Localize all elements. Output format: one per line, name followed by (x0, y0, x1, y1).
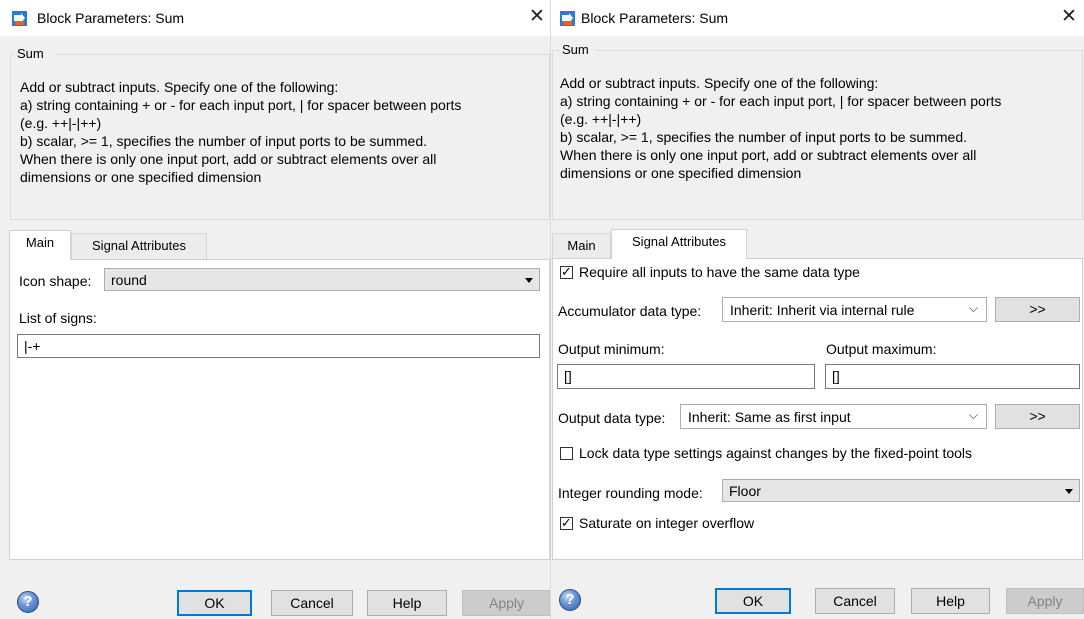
output-maximum-label: Output maximum: (826, 341, 937, 357)
integer-rounding-value: Floor (729, 483, 761, 499)
help-icon[interactable]: ? (559, 589, 581, 611)
output-maximum-input[interactable]: [] (825, 364, 1080, 389)
accumulator-type-dropdown[interactable]: Inherit: Inherit via internal rule ⌵ (722, 297, 987, 322)
apply-button[interactable]: Apply (462, 590, 550, 616)
tab-signal-attributes[interactable]: Signal Attributes (71, 233, 207, 260)
ok-button[interactable]: OK (715, 588, 791, 614)
output-data-type-dropdown[interactable]: Inherit: Same as first input ⌵ (680, 404, 987, 429)
signal-attributes-panel: ✓ Require all inputs to have the same da… (552, 258, 1083, 560)
accumulator-type-value: Inherit: Inherit via internal rule (730, 302, 915, 318)
help-button[interactable]: Help (367, 590, 447, 616)
title-bar[interactable]: Block Parameters: Sum ✕ (0, 0, 550, 36)
tab-main[interactable]: Main (9, 230, 71, 260)
output-data-type-label: Output data type: (558, 410, 666, 426)
chevron-down-icon: ⌵ (968, 408, 978, 422)
block-description: Add or subtract inputs. Specify one of t… (560, 75, 1002, 181)
cancel-button[interactable]: Cancel (815, 588, 895, 614)
ok-button[interactable]: OK (177, 590, 252, 616)
help-button[interactable]: Help (911, 588, 990, 614)
list-of-signs-value: |-+ (24, 338, 41, 354)
dropdown-arrow-icon (1065, 489, 1073, 494)
lock-data-type-checkbox[interactable] (560, 447, 573, 460)
block-parameters-dialog-signal-attributes: Block Parameters: Sum ✕ Sum Add or subtr… (551, 0, 1084, 619)
check-mark-icon: ✓ (561, 515, 572, 530)
group-title: Sum (562, 42, 591, 57)
list-of-signs-input[interactable]: |-+ (17, 334, 540, 358)
integer-rounding-dropdown[interactable]: Floor (722, 479, 1080, 502)
title-bar[interactable]: Block Parameters: Sum ✕ (551, 0, 1084, 36)
dropdown-arrow-icon (525, 278, 533, 283)
help-icon[interactable]: ? (17, 591, 39, 613)
group-title: Sum (17, 46, 46, 61)
chevron-down-icon: ⌵ (968, 301, 978, 315)
icon-shape-value: round (111, 272, 147, 288)
close-icon[interactable]: ✕ (529, 7, 545, 26)
require-same-type-label: Require all inputs to have the same data… (579, 264, 860, 280)
simulink-app-icon (560, 11, 575, 26)
icon-shape-label: Icon shape: (19, 273, 92, 289)
apply-button[interactable]: Apply (1006, 588, 1084, 614)
icon-shape-dropdown[interactable]: round (104, 268, 540, 291)
tab-main[interactable]: Main (552, 233, 611, 260)
block-parameters-dialog-main: Block Parameters: Sum ✕ Sum Add or subtr… (0, 0, 551, 619)
output-minimum-value: [] (564, 368, 572, 384)
list-of-signs-label: List of signs: (19, 310, 97, 326)
lock-data-type-label: Lock data type settings against changes … (579, 445, 973, 461)
close-icon[interactable]: ✕ (1061, 7, 1077, 26)
saturate-overflow-checkbox[interactable]: ✓ (560, 515, 573, 530)
main-tab-panel: Icon shape: round List of signs: |-+ (9, 259, 550, 560)
accumulator-type-label: Accumulator data type: (558, 303, 702, 319)
window-title: Block Parameters: Sum (37, 10, 185, 26)
output-minimum-input[interactable]: [] (557, 364, 815, 389)
integer-rounding-label: Integer rounding mode: (558, 485, 703, 501)
output-data-type-value: Inherit: Same as first input (688, 409, 851, 425)
check-mark-icon: ✓ (561, 264, 572, 279)
simulink-app-icon (12, 11, 27, 26)
block-description: Add or subtract inputs. Specify one of t… (20, 79, 462, 185)
output-maximum-value: [] (832, 368, 840, 384)
require-same-type-checkbox[interactable]: ✓ (560, 264, 573, 279)
saturate-overflow-label: Saturate on integer overflow (579, 515, 755, 531)
window-title: Block Parameters: Sum (581, 10, 729, 26)
tab-signal-attributes[interactable]: Signal Attributes (611, 229, 747, 259)
output-type-assistant-button[interactable]: >> (995, 404, 1080, 429)
output-minimum-label: Output minimum: (558, 341, 665, 357)
accumulator-assistant-button[interactable]: >> (995, 297, 1080, 322)
cancel-button[interactable]: Cancel (271, 590, 353, 616)
